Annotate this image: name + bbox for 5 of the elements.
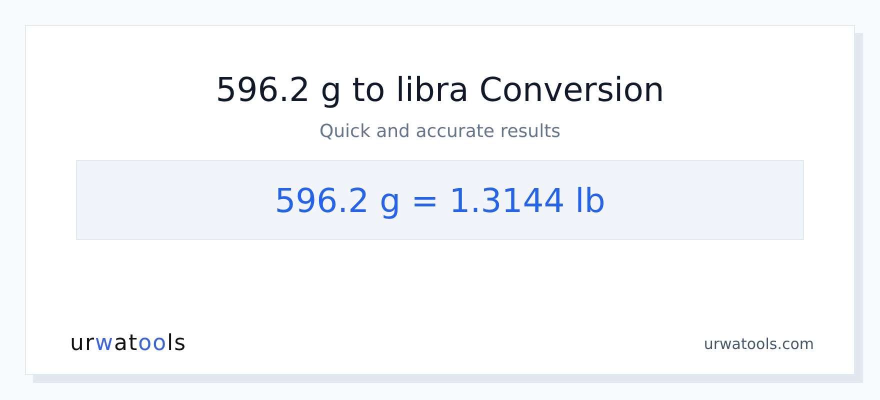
site-link[interactable]: urwatools.com (704, 334, 814, 352)
logo: urwatools (70, 331, 187, 356)
subtitle: Quick and accurate results (319, 120, 561, 144)
result-panel: 596.2 g = 1.3144 lb (76, 160, 804, 240)
page-title: 596.2 g to libra Conversion (216, 70, 664, 110)
